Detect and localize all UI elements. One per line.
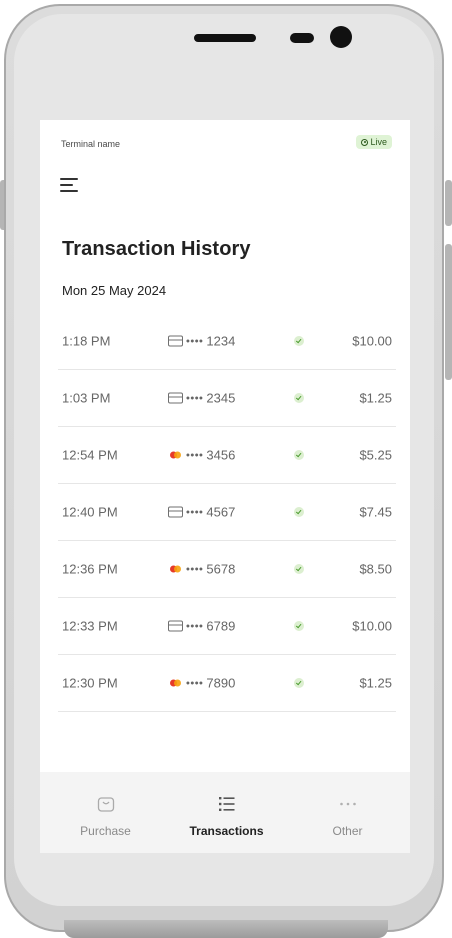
tab-purchase[interactable]: Purchase	[44, 772, 167, 853]
hamburger-menu-icon[interactable]	[60, 175, 80, 195]
transaction-row[interactable]: 12:40 PM •••• 4567 $7.45	[58, 484, 396, 541]
tab-purchase-label: Purchase	[80, 824, 131, 838]
device-bottom	[64, 920, 388, 938]
success-check-icon	[294, 450, 304, 460]
tab-other-label: Other	[332, 824, 363, 838]
transaction-time: 12:40 PM	[62, 504, 118, 520]
masked-digits: ••••	[186, 620, 204, 632]
transaction-time: 12:30 PM	[62, 675, 118, 691]
credit-card-icon	[168, 335, 183, 347]
success-check-icon	[294, 507, 304, 517]
volume-up-button	[445, 180, 452, 226]
card-last4: 4567	[206, 504, 236, 520]
transaction-row[interactable]: 1:03 PM •••• 2345 $1.25	[58, 370, 396, 427]
transaction-row[interactable]: 12:36 PM •••• 5678 $8.50	[58, 541, 396, 598]
live-status-badge: Live	[356, 135, 392, 149]
date-heading: Mon 25 May 2024	[62, 283, 167, 298]
list-icon	[218, 797, 234, 811]
card-last4: 3456	[206, 447, 236, 463]
credit-card-icon	[168, 620, 183, 632]
success-check-icon	[294, 678, 304, 688]
credit-card-icon	[168, 506, 183, 518]
transaction-amount: $1.25	[359, 675, 392, 691]
success-check-icon	[294, 621, 304, 631]
tab-other[interactable]: Other	[286, 772, 409, 853]
live-label: Live	[370, 137, 387, 147]
transaction-time: 12:54 PM	[62, 447, 118, 463]
transaction-amount: $10.00	[352, 618, 392, 634]
masked-digits: ••••	[186, 335, 204, 347]
mastercard-icon	[168, 564, 183, 575]
transaction-card: •••• 4567	[168, 505, 235, 520]
masked-digits: ••••	[186, 677, 204, 689]
card-last4: 6789	[206, 618, 236, 634]
masked-digits: ••••	[186, 563, 204, 575]
transaction-row[interactable]: 12:33 PM •••• 6789 $10.00	[58, 598, 396, 655]
terminal-name: Terminal name	[61, 139, 121, 149]
transaction-time: 1:18 PM	[62, 333, 111, 349]
transaction-card: •••• 5678	[168, 562, 235, 577]
status-bar: Terminal name Live	[40, 120, 410, 160]
transaction-time: 12:33 PM	[62, 618, 118, 634]
transaction-card: •••• 6789	[168, 619, 235, 634]
transaction-card: •••• 3456	[168, 448, 235, 463]
live-indicator-icon	[361, 138, 369, 146]
mastercard-icon	[168, 450, 183, 461]
app-screen: Terminal name Live Transaction History M…	[40, 120, 410, 853]
card-last4: 2345	[206, 390, 236, 406]
transaction-amount: $5.25	[359, 447, 392, 463]
masked-digits: ••••	[186, 392, 204, 404]
more-icon	[339, 802, 356, 806]
transaction-amount: $8.50	[359, 561, 392, 577]
masked-digits: ••••	[186, 506, 204, 518]
tab-transactions[interactable]: Transactions	[165, 772, 288, 853]
card-last4: 7890	[206, 675, 236, 691]
card-last4: 1234	[206, 333, 236, 349]
mastercard-icon	[168, 678, 183, 689]
page-title: Transaction History	[62, 238, 251, 260]
earpiece-speaker	[194, 34, 256, 42]
transaction-card: •••• 7890	[168, 676, 235, 691]
transaction-row[interactable]: 12:54 PM •••• 3456 $5.25	[58, 427, 396, 484]
transaction-row[interactable]: 1:18 PM •••• 1234 $10.00	[58, 313, 396, 370]
transaction-row[interactable]: 12:30 PM •••• 7890 $1.25	[58, 655, 396, 712]
volume-down-button	[445, 244, 452, 380]
transaction-amount: $10.00	[352, 333, 392, 349]
transaction-card: •••• 2345	[168, 391, 235, 406]
transaction-card: •••• 1234	[168, 334, 235, 349]
proximity-sensor	[290, 33, 314, 43]
masked-digits: ••••	[186, 449, 204, 461]
success-check-icon	[294, 564, 304, 574]
front-camera	[330, 26, 352, 48]
success-check-icon	[294, 393, 304, 403]
credit-card-icon	[168, 392, 183, 404]
bottom-tab-bar: Purchase Transactions Other	[40, 772, 410, 853]
bag-icon	[97, 797, 114, 812]
transaction-amount: $7.45	[359, 504, 392, 520]
phone-device: Terminal name Live Transaction History M…	[0, 0, 452, 938]
transaction-time: 12:36 PM	[62, 561, 118, 577]
transaction-list: 1:18 PM •••• 1234 $10.00 1:03 PM •••• 2345 $1.2…	[58, 313, 396, 712]
transaction-amount: $1.25	[359, 390, 392, 406]
transaction-time: 1:03 PM	[62, 390, 111, 406]
card-last4: 5678	[206, 561, 236, 577]
success-check-icon	[294, 336, 304, 346]
tab-transactions-label: Transactions	[189, 824, 264, 838]
